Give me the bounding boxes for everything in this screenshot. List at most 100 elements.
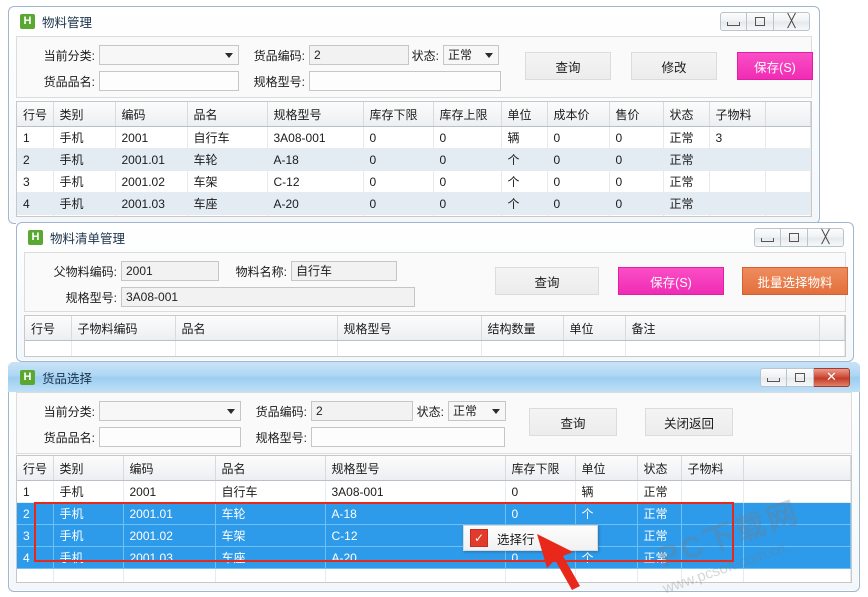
grid-column-header[interactable]: 编码	[123, 456, 216, 481]
table-row[interactable]: 3手机2001.02车架C-120个正常	[17, 524, 851, 547]
grid-column-header[interactable]: 库存上限	[433, 102, 502, 127]
titlebar-material-management[interactable]: H 物料管理	[8, 6, 820, 36]
grid-column-header[interactable]: 类别	[53, 456, 124, 481]
minimize-button[interactable]	[754, 228, 781, 247]
table-cell	[637, 568, 682, 582]
grid-column-header[interactable]	[743, 456, 851, 481]
table-cell: 2	[17, 502, 54, 525]
grid-column-header[interactable]: 状态	[663, 102, 710, 127]
status-combobox[interactable]: 正常	[443, 45, 499, 65]
table-cell	[743, 480, 851, 503]
save-button[interactable]: 保存(S)	[618, 267, 724, 295]
goods-code-input[interactable]: 2	[309, 45, 409, 65]
table-row-empty[interactable]	[25, 340, 845, 356]
table-cell: 个	[575, 502, 638, 525]
maximize-button[interactable]	[781, 228, 808, 247]
table-row[interactable]: 4 手机 2001.03 车座 A-20 0 0 个 0 0 正常	[17, 192, 811, 215]
category-label: 当前分类:	[43, 48, 95, 63]
grid-column-header[interactable]: 备注	[625, 316, 820, 341]
status-value: 正常	[448, 48, 473, 62]
close-button[interactable]: ╳	[808, 228, 844, 247]
window-controls[interactable]: ╳	[720, 12, 810, 31]
grid-column-header[interactable]: 行号	[17, 456, 54, 481]
modify-button[interactable]: 修改	[631, 52, 717, 80]
grid-column-header[interactable]: 子物料	[681, 456, 744, 481]
grid-column-header[interactable]: 子物料	[709, 102, 766, 127]
query-button[interactable]: 查询	[525, 52, 611, 80]
goods-name-input[interactable]	[99, 71, 239, 91]
batch-select-material-button[interactable]: 批量选择物料	[742, 267, 848, 295]
category-combobox[interactable]	[99, 45, 239, 65]
table-row-empty[interactable]	[17, 568, 851, 582]
grid-column-header[interactable]	[819, 316, 845, 341]
grid-material-list[interactable]: 行号 类别 编码 品名 规格型号 库存下限 库存上限 单位 成本价 售价 状态 子物料 1 手机 2001…	[16, 101, 812, 217]
window-controls[interactable]: ╳	[754, 228, 844, 247]
maximize-button[interactable]	[787, 368, 814, 387]
grid-column-header[interactable]: 编码	[115, 102, 188, 127]
grid-column-header[interactable]: 规格型号	[337, 316, 482, 341]
table-cell	[215, 568, 326, 582]
grid-column-header[interactable]: 品名	[175, 316, 338, 341]
grid-column-header[interactable]: 规格型号	[267, 102, 364, 127]
grid-column-header[interactable]: 单位	[501, 102, 548, 127]
table-cell	[709, 192, 766, 215]
table-cell: 0	[505, 480, 576, 503]
bom-spec-input[interactable]: 3A08-001	[121, 287, 415, 307]
grid-column-header[interactable]: 规格型号	[325, 456, 506, 481]
goods-code-input[interactable]: 2	[311, 401, 413, 421]
spec-input[interactable]	[311, 427, 505, 447]
table-row[interactable]: 1 手机 2001 自行车 3A08-001 0 0 辆 0 0 正常 3	[17, 126, 811, 149]
table-cell	[681, 546, 744, 569]
grid-column-header[interactable]: 状态	[637, 456, 682, 481]
table-row[interactable]: 1 手机 2001 自行车 3A08-001 0 辆正常	[17, 480, 851, 503]
window-bom-management[interactable]: H 物料清单管理 ╳ 父物料编码: 2001 规格型号: 3A08-001 物料…	[16, 222, 854, 362]
grid-column-header[interactable]: 成本价	[547, 102, 610, 127]
grid-goods-list[interactable]: 行号 类别 编码 品名 规格型号 库存下限 单位 状态 子物料 1 手机 2001 自行车 3A08-0…	[16, 455, 852, 583]
minimize-button[interactable]	[720, 12, 747, 31]
parent-code-input[interactable]: 2001	[121, 261, 219, 281]
grid-bom-list[interactable]: 行号 子物料编码 品名 规格型号 结构数量 单位 备注	[24, 315, 846, 357]
grid-column-header[interactable]: 库存下限	[363, 102, 434, 127]
save-button[interactable]: 保存(S)	[737, 52, 813, 80]
spec-input[interactable]	[309, 71, 501, 91]
query-button[interactable]: 查询	[529, 408, 617, 436]
table-row[interactable]: 2 手机 2001.01 车轮 A-18 0 个正常	[17, 502, 851, 525]
status-combobox[interactable]: 正常	[448, 401, 506, 421]
category-combobox[interactable]	[99, 401, 241, 421]
close-button[interactable]: ✕	[814, 368, 850, 387]
grid-column-header[interactable]: 行号	[25, 316, 72, 341]
grid-column-header[interactable]: 行号	[17, 102, 54, 127]
table-cell: 2001.02	[115, 170, 188, 193]
table-row[interactable]: 4 手机 2001.03 车座 A-20 0 个正常	[17, 546, 851, 569]
maximize-button[interactable]	[747, 12, 774, 31]
grid-column-header[interactable]: 品名	[187, 102, 268, 127]
table-cell: A-18	[325, 502, 506, 525]
material-name-input[interactable]: 自行车	[291, 261, 397, 281]
goods-name-input[interactable]	[99, 427, 241, 447]
grid-column-header[interactable]: 售价	[609, 102, 664, 127]
close-button[interactable]: ╳	[774, 12, 810, 31]
grid-column-header[interactable]	[765, 102, 811, 127]
checkbox-checked-icon[interactable]: ✓	[470, 529, 488, 547]
grid-column-header[interactable]: 类别	[53, 102, 116, 127]
window-controls[interactable]: ✕	[760, 368, 850, 387]
grid-column-header[interactable]: 单位	[563, 316, 626, 341]
context-menu-select-row[interactable]: ✓ 选择行	[463, 525, 598, 551]
grid-column-header[interactable]: 子物料编码	[71, 316, 176, 341]
window-goods-selection[interactable]: H 货品选择 ✕ 当前分类: 货品品名: 货品编码: 2 规格型号: 状态: 正…	[8, 362, 860, 592]
table-row[interactable]: 2 手机 2001.01 车轮 A-18 0 0 个 0 0 正常	[17, 148, 811, 171]
close-return-button[interactable]: 关闭返回	[645, 408, 733, 436]
titlebar-goods-selection[interactable]: H 货品选择	[8, 362, 860, 392]
table-cell: 0	[433, 126, 502, 149]
grid-column-header[interactable]: 库存下限	[505, 456, 576, 481]
grid-column-header[interactable]: 单位	[575, 456, 638, 481]
table-cell	[765, 170, 811, 193]
window-material-management[interactable]: H 物料管理 ╳ 当前分类: 货品品名: 货品编码: 2 规格型号: 状态: 正…	[8, 6, 820, 224]
grid-column-header[interactable]: 品名	[215, 456, 326, 481]
table-row[interactable]: 3 手机 2001.02 车架 C-12 0 0 个 0 0 正常	[17, 170, 811, 193]
grid-column-header[interactable]: 结构数量	[481, 316, 564, 341]
titlebar-bom-management[interactable]: H 物料清单管理	[16, 222, 854, 252]
query-button[interactable]: 查询	[495, 267, 599, 295]
table-row-empty[interactable]	[17, 214, 811, 216]
minimize-button[interactable]	[760, 368, 787, 387]
